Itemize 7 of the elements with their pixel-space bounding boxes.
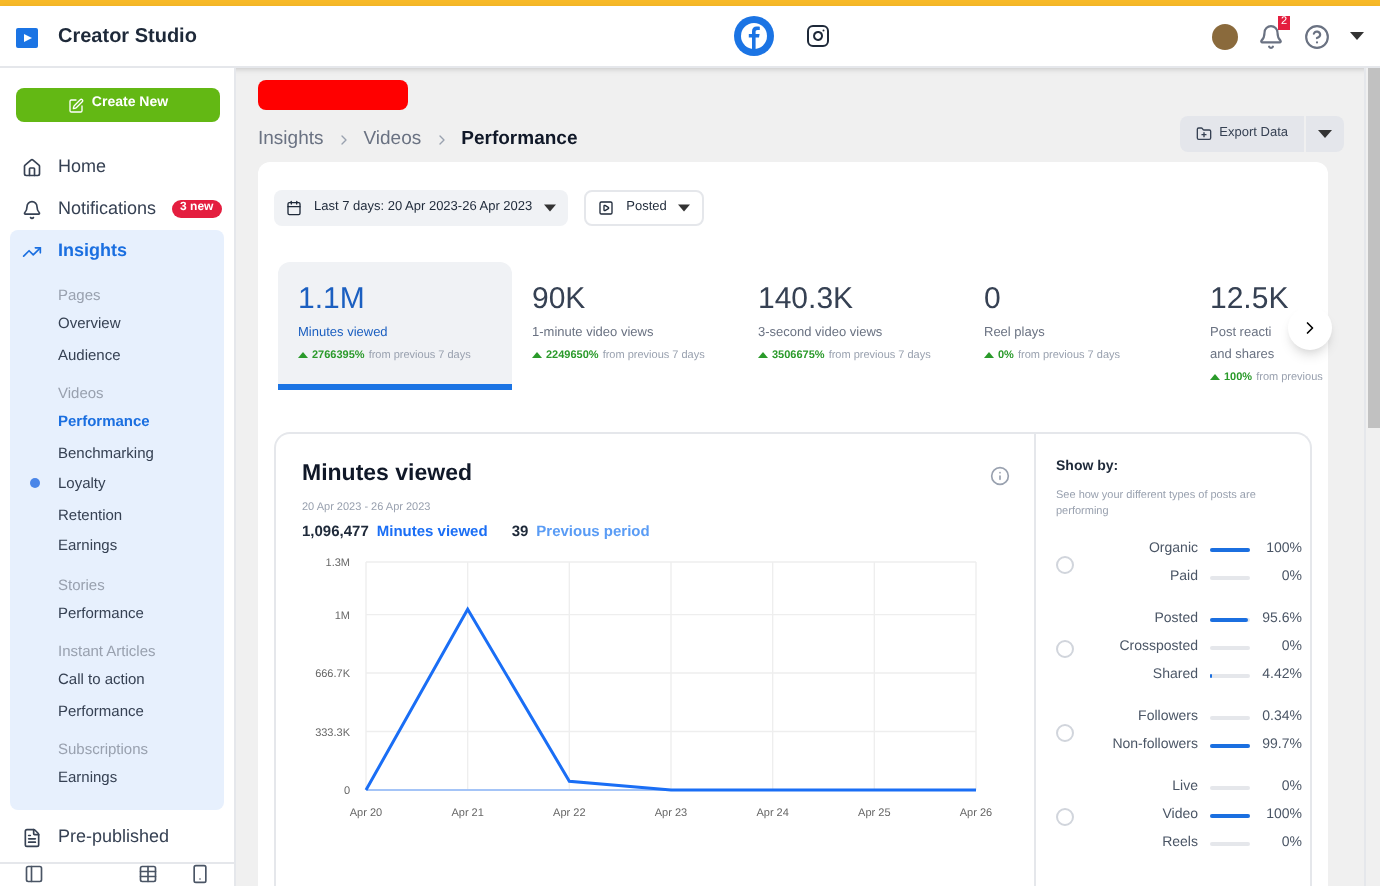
nav-item[interactable]: Insights bbox=[10, 230, 224, 272]
nav-item[interactable]: Pre-published bbox=[10, 813, 224, 861]
breadcrumb-link[interactable]: Insights bbox=[258, 125, 324, 154]
app-title: Creator Studio bbox=[58, 23, 197, 51]
breadcrumb-link[interactable]: Videos bbox=[363, 125, 422, 154]
nav-item[interactable]: Home bbox=[10, 146, 224, 188]
chart-title: Minutes viewed bbox=[302, 460, 472, 490]
